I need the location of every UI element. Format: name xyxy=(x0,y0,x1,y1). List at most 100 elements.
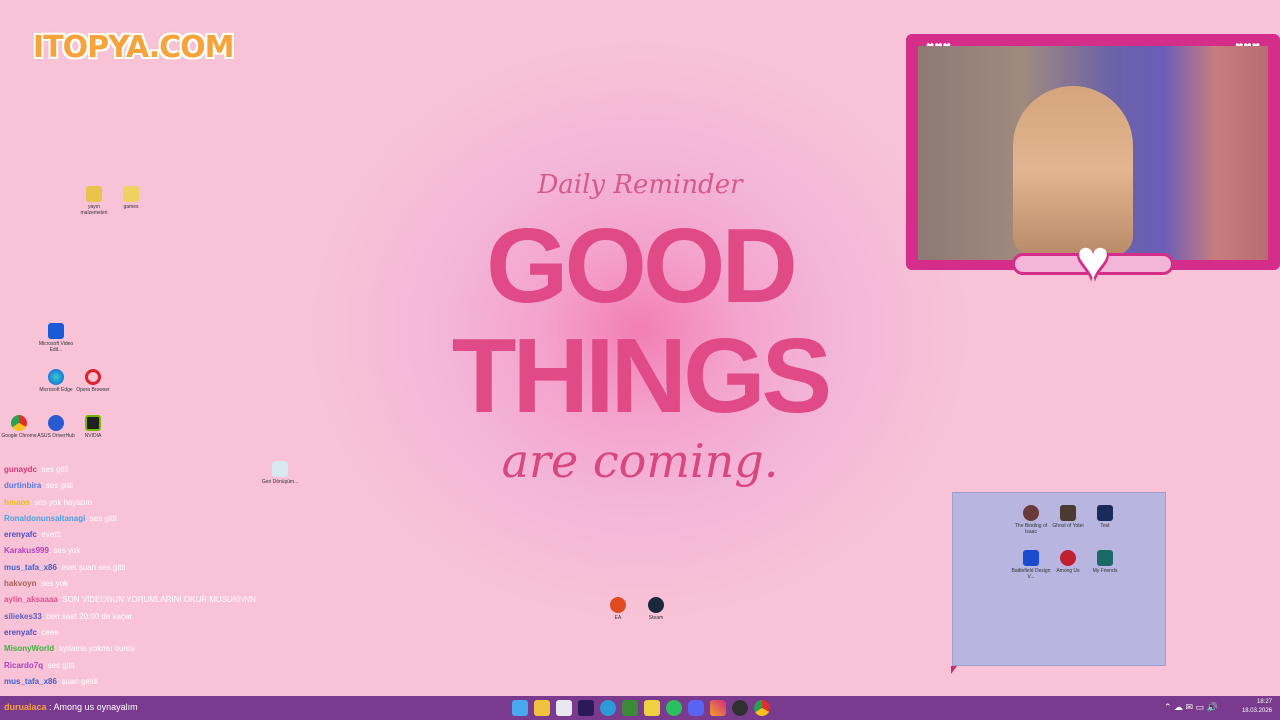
steam-icon xyxy=(648,597,664,613)
among-us-icon xyxy=(1060,550,1076,566)
desktop-icon-label: EA xyxy=(614,615,622,621)
chat-message: Ronaldonunsaltanagi: ses gitti xyxy=(4,511,304,527)
chat-message: hmaos: ses yok hayatım xyxy=(4,495,304,511)
chat-text: : şuan geldi xyxy=(56,676,98,686)
isaac-icon xyxy=(1023,505,1039,521)
desktop-icon-video-editor[interactable]: Microsoft Video Edit... xyxy=(36,323,76,353)
opera-icon xyxy=(85,369,101,385)
obs-icon[interactable] xyxy=(732,700,748,716)
chat-text: : ses yok xyxy=(48,546,81,556)
minecraft-icon[interactable] xyxy=(622,700,638,716)
chat-username: Ronaldonunsaltanagi xyxy=(4,513,86,523)
desktop-icon-label: yayın malzemeleri xyxy=(80,204,108,216)
chat-message: erenyafc: ceee xyxy=(4,625,304,641)
desktop-icon-opera[interactable]: Opera Browser xyxy=(73,369,113,393)
heart-icon: ♥ xyxy=(1076,228,1110,291)
desktop-icon-label: Ghost of Yotei xyxy=(1052,523,1084,529)
start-icon[interactable] xyxy=(512,700,528,716)
chat-username: Karakus999 xyxy=(4,546,49,556)
store-icon[interactable] xyxy=(556,700,572,716)
chat-username: durtinbira xyxy=(4,481,42,491)
chat-username: erenyafc xyxy=(4,530,37,540)
desktop-icon-edge[interactable]: Microsoft Edge xyxy=(36,369,76,393)
taskbar-apps xyxy=(512,700,770,716)
asus-icon xyxy=(48,415,64,431)
chat-text: : evettt xyxy=(36,530,61,540)
chat-message: durtinbira: ses gitti xyxy=(4,478,304,494)
desktop-icon-chrome[interactable]: Google Chrome xyxy=(0,415,39,439)
desktop-icon-label: NVIDIA xyxy=(84,433,102,439)
desktop-icon-nvidia[interactable]: NVIDIA xyxy=(73,415,113,439)
chat-text: : evet şuan ses gitti xyxy=(56,562,126,572)
premiere-icon[interactable] xyxy=(578,700,594,716)
desktop-icon-games[interactable]: games xyxy=(111,186,151,210)
chrome-icon[interactable] xyxy=(754,700,770,716)
system-tray-icons[interactable]: ⌃ ☁ ✉ ▭ 🔊 xyxy=(1164,702,1218,713)
desktop-icon-label: My Friends xyxy=(1092,568,1118,574)
whatsapp-icon[interactable] xyxy=(666,700,682,716)
star-icon[interactable] xyxy=(644,700,660,716)
wallpaper-text: Daily Reminder GOOD THINGS are coming. xyxy=(380,170,900,488)
desktop-icon-asus[interactable]: ASUS DriverHub xyxy=(36,415,76,439)
selected-icon-my-friends[interactable]: My Friends xyxy=(1085,550,1125,574)
selected-icon-isaac[interactable]: The Binding of Isaac xyxy=(1011,505,1051,535)
selected-icon-test[interactable]: Test xyxy=(1085,505,1125,529)
chat-username: mus_tafa_x86 xyxy=(4,676,57,686)
file-explorer-icon[interactable] xyxy=(534,700,550,716)
desktop-icon-yayin[interactable]: yayın malzemeleri xyxy=(74,186,114,216)
clock-date: 18.03.2026 xyxy=(1241,708,1272,714)
chat-username: mus_tafa_x86 xyxy=(4,562,57,572)
chat-message: Karakus999: ses yok xyxy=(4,543,304,559)
desktop-icon-label: Steam xyxy=(648,615,664,621)
instagram-icon[interactable] xyxy=(710,700,726,716)
clock[interactable]: 18:27 18.03.2026 xyxy=(1242,698,1272,716)
desktop-icon-ea[interactable]: EA xyxy=(598,597,638,621)
chrome-icon xyxy=(11,415,27,431)
chat-username: Ricardo7q xyxy=(4,660,44,670)
chat-username: MisonyWorld xyxy=(4,644,55,654)
chat-text: : ayılama yokmu burda xyxy=(54,644,136,654)
edge-icon xyxy=(48,369,64,385)
chat-message: aylin_aksaaaa: SON VİDEONUN YORUMLARINI … xyxy=(4,592,304,608)
selected-icon-ghost[interactable]: Ghost of Yotei xyxy=(1048,505,1088,529)
desktop-icon-label: Microsoft Edge xyxy=(39,387,73,393)
desktop-icon-label: Google Chrome xyxy=(1,433,37,439)
desktop-icon-label: Among Us xyxy=(1056,568,1080,574)
chat-username: durualaca xyxy=(4,702,47,712)
chat-message: Ricardo7q: ses gitti xyxy=(4,658,304,674)
chat-text: : ses gitti xyxy=(43,660,75,670)
mouse-cursor-icon xyxy=(951,666,957,674)
desktop-icon-label: Battlefield Design V... xyxy=(1011,568,1051,580)
folder-icon xyxy=(123,186,139,202)
discord-icon[interactable] xyxy=(688,700,704,716)
chat-text: : ceee xyxy=(36,627,59,637)
wallpaper-line-1: GOOD xyxy=(486,207,798,325)
desktop-icon-label: games xyxy=(123,204,139,210)
taskbar: durualaca : Among us oynayalım ⌃ ☁ ✉ ▭ 🔊… xyxy=(0,696,1280,720)
chat-text: : ses yok hayatım xyxy=(29,497,93,507)
chat-message: erenyafc: evettt xyxy=(4,527,304,543)
edge-icon[interactable] xyxy=(600,700,616,716)
wallpaper-line-3: are coming. xyxy=(501,434,779,488)
chat-text: : ses yok xyxy=(36,579,69,589)
chat-username: hmaos xyxy=(4,497,30,507)
chat-text: : SON VİDEONUN YORUMLARINI OKUR MUSUNNNN xyxy=(57,595,256,605)
brand-logo: ITOPYA.COM xyxy=(33,30,235,65)
wallpaper-subtitle: Daily Reminder xyxy=(537,170,743,200)
desktop-icon-label: Test xyxy=(1100,523,1110,529)
desktop-icon-label: The Binding of Isaac xyxy=(1014,523,1048,535)
chat-username: gunaydc xyxy=(4,465,37,474)
chat-text: : ses gitti xyxy=(36,465,69,474)
video-editor-icon xyxy=(48,323,64,339)
game-icon xyxy=(1060,505,1076,521)
streamer-video xyxy=(1013,86,1133,256)
test-icon xyxy=(1097,505,1113,521)
nvidia-icon xyxy=(85,415,101,431)
selected-icon-battlefield[interactable]: Battlefield Design V... xyxy=(1011,550,1051,580)
desktop-icon-steam[interactable]: Steam xyxy=(636,597,676,621)
selected-icon-among-us[interactable]: Among Us xyxy=(1048,550,1088,574)
desktop-icon-label: Opera Browser xyxy=(76,387,110,393)
chat-message: mus_tafa_x86: şuan geldi xyxy=(4,674,304,690)
chat-username: aylin_aksaaaa xyxy=(4,595,58,605)
chat-text: : ses gitti xyxy=(41,481,73,491)
